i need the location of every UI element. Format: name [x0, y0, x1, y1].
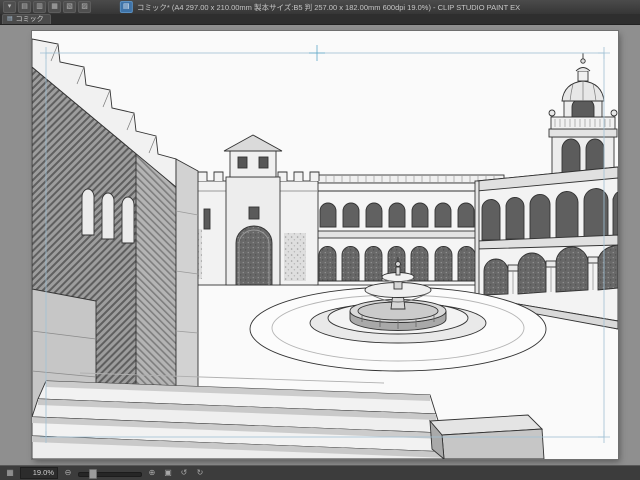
- canvas-area[interactable]: [0, 25, 640, 466]
- story-editor-icon[interactable]: ▧: [63, 1, 76, 13]
- rotate-left-icon[interactable]: ↺: [178, 468, 190, 478]
- tab-label: コミック: [15, 16, 44, 23]
- window-title: コミック* (A4 297.00 x 210.00mm 製本サイズ:B5 判 2…: [136, 2, 521, 12]
- page-manager-icon[interactable]: ▤: [18, 1, 31, 13]
- rotate-right-icon[interactable]: ↻: [194, 468, 206, 478]
- active-document-icon[interactable]: ▤: [119, 1, 133, 13]
- clip-studio-window: ▾ ▤ ▥ ▦ ▧ ▨ ▤ コミック* (A4 297.00 x 210.00m…: [0, 0, 640, 480]
- layout-icon[interactable]: ▨: [78, 1, 91, 13]
- zoom-slider[interactable]: [78, 468, 142, 479]
- zoom-value: 19.0%: [20, 467, 58, 479]
- left-building: [32, 38, 199, 424]
- statusbar: ▦ 19.0% ⊖ ⊕ ▣ ↺ ↻: [0, 465, 640, 480]
- canvas-artwork: [32, 38, 618, 459]
- document-icon: ▤: [7, 16, 13, 22]
- tab-comic[interactable]: ▤ コミック: [2, 14, 51, 24]
- zoom-in-icon[interactable]: ⊕: [146, 468, 158, 478]
- grid-icon[interactable]: ▦: [48, 1, 61, 13]
- menu-icon[interactable]: ▾: [3, 1, 16, 13]
- zoom-slider-track[interactable]: [78, 472, 142, 477]
- bell-tower: [548, 53, 618, 178]
- navigator-icon[interactable]: ▦: [4, 468, 16, 478]
- canvas-page[interactable]: [32, 31, 618, 459]
- document-tabbar: ▤ コミック: [0, 14, 640, 25]
- foreground-steps: [32, 372, 454, 459]
- titlebar: ▾ ▤ ▥ ▦ ▧ ▨ ▤ コミック* (A4 297.00 x 210.00m…: [0, 0, 640, 15]
- fit-screen-icon[interactable]: ▣: [162, 468, 174, 478]
- zoom-out-icon[interactable]: ⊖: [62, 468, 74, 478]
- zoom-slider-thumb[interactable]: [89, 469, 97, 479]
- title-group: ▤ コミック* (A4 297.00 x 210.00mm 製本サイズ:B5 判…: [119, 0, 521, 14]
- spread-view-icon[interactable]: ▥: [33, 1, 46, 13]
